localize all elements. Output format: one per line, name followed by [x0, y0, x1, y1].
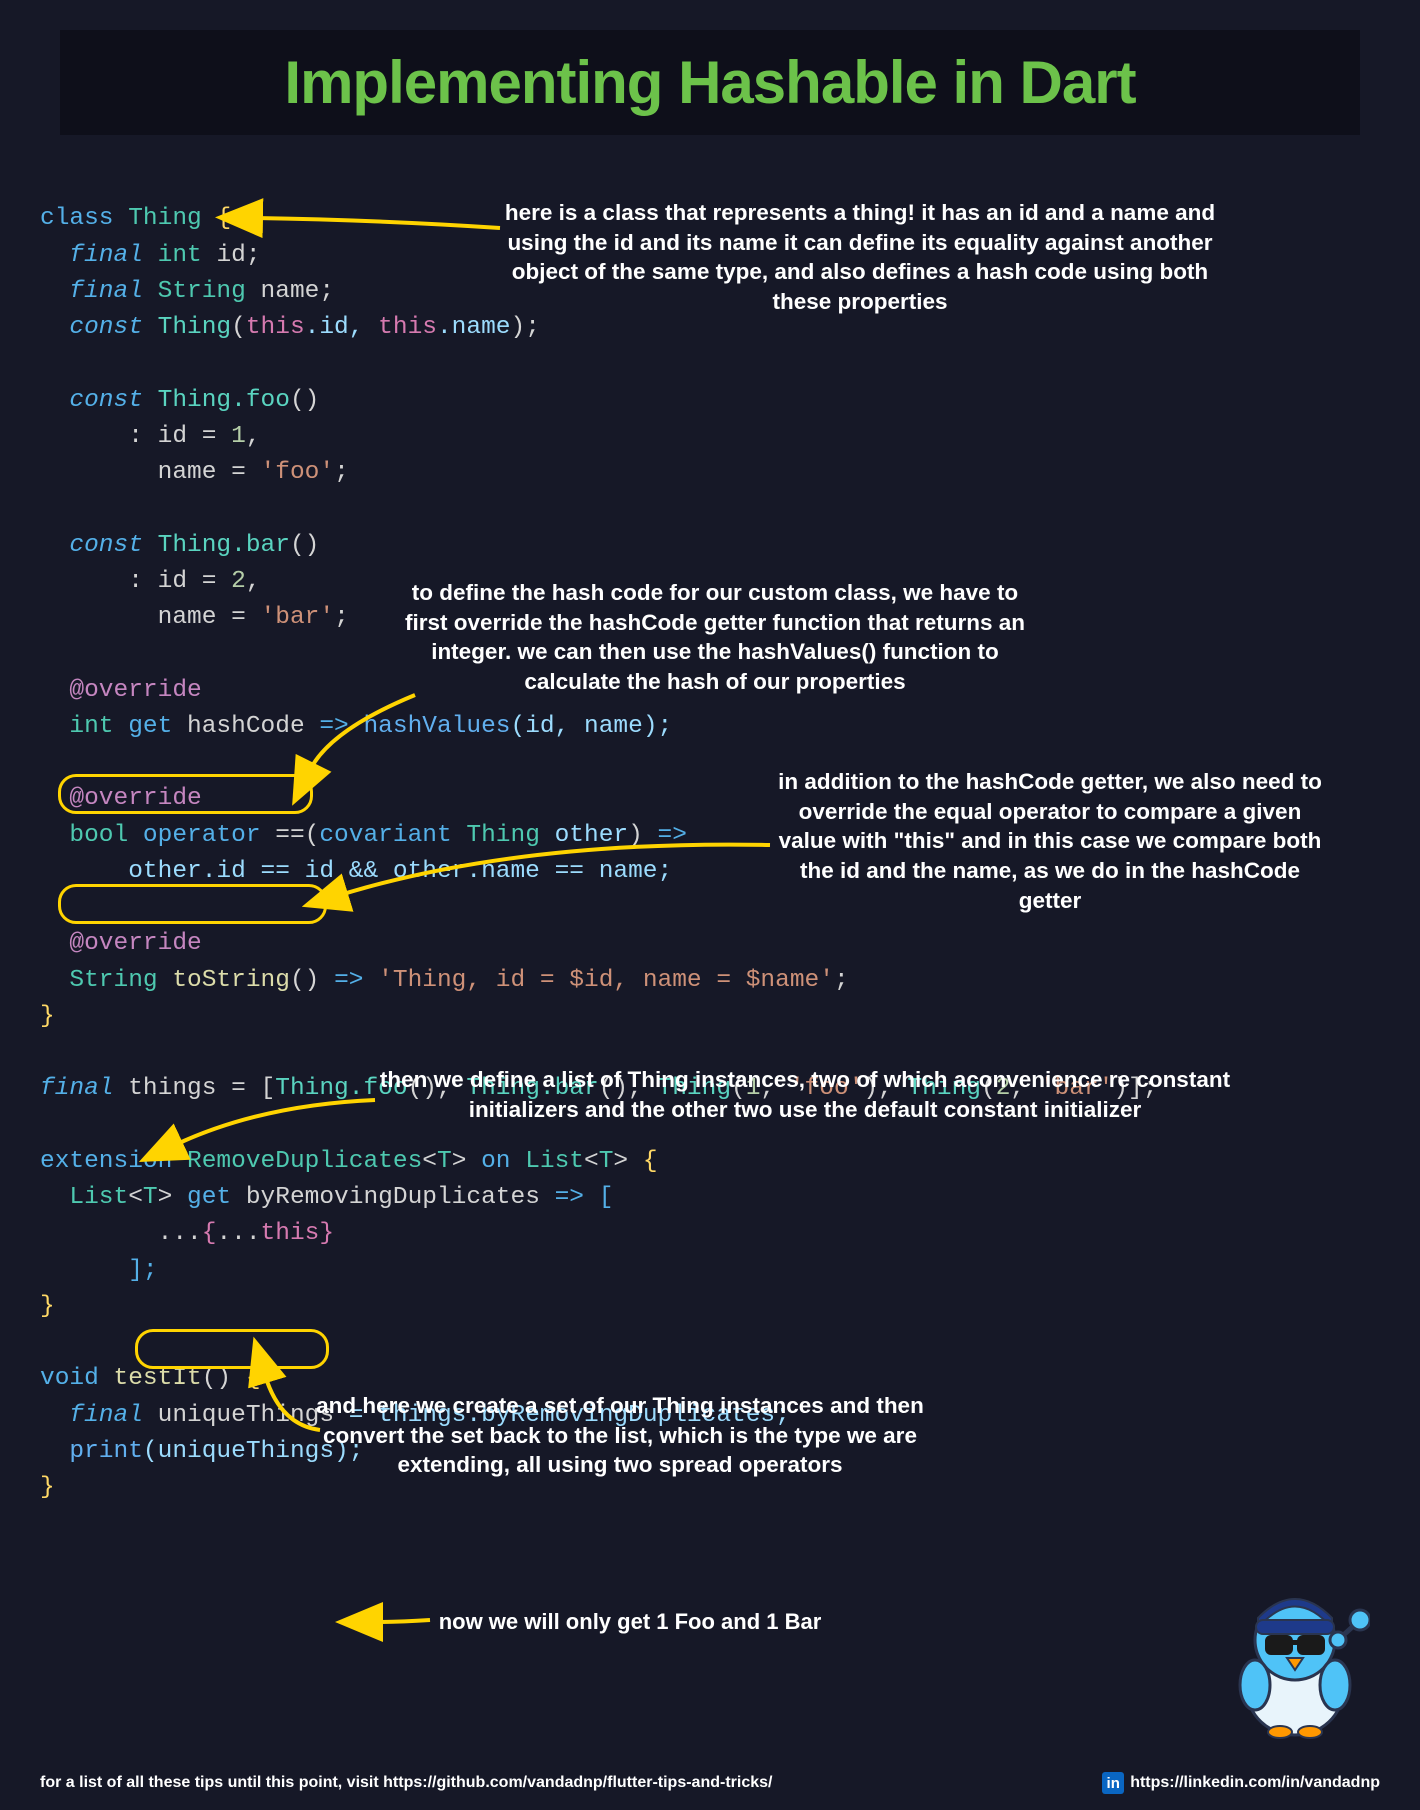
kw-get: get	[128, 713, 172, 740]
kw-class: class	[40, 205, 114, 232]
var-unique: uniqueThings	[158, 1402, 334, 1429]
brace: }	[40, 1003, 55, 1030]
rbracket: ];	[128, 1257, 157, 1284]
brace: }	[40, 1293, 55, 1320]
kw-covariant: covariant	[319, 822, 451, 849]
kw-this: this	[246, 314, 305, 341]
lbrace: {	[202, 1220, 217, 1247]
brace: }	[40, 1474, 55, 1501]
annotation-4: then we define a list of Thing instances…	[370, 1065, 1240, 1124]
type-thing: Thing	[128, 205, 202, 232]
kw-const: const	[69, 387, 143, 414]
rbrace: }	[319, 1220, 334, 1247]
type-T: T	[437, 1148, 452, 1175]
var-things: things	[128, 1075, 216, 1102]
ctor-bar: Thing.bar	[158, 532, 290, 559]
annotation-6: now we will only get 1 Foo and 1 Bar	[420, 1607, 840, 1636]
brace: {	[216, 205, 231, 232]
kw-final: final	[69, 242, 143, 269]
type-list: List	[69, 1184, 128, 1211]
annotation-2: to define the hash code for our custom c…	[390, 578, 1040, 697]
brace: {	[246, 1365, 261, 1392]
type-T: T	[599, 1148, 614, 1175]
kw-this: this	[378, 314, 437, 341]
anno-override: @override	[69, 677, 201, 704]
kw-operator: operator	[143, 822, 261, 849]
kw-extension: extension	[40, 1148, 172, 1175]
spread: ...	[216, 1220, 260, 1247]
kw-const: const	[69, 532, 143, 559]
spread: ...	[158, 1220, 202, 1247]
kw-get: get	[187, 1184, 231, 1211]
ident-id: id	[216, 242, 245, 269]
init-id: : id =	[128, 423, 216, 450]
arrow: =>	[319, 713, 348, 740]
arrow: =>	[334, 967, 363, 994]
init-id: : id =	[128, 568, 216, 595]
annotation-3: in addition to the hashCode getter, we a…	[770, 767, 1330, 915]
str-foo: 'foo'	[261, 459, 335, 486]
type-bool: bool	[69, 822, 128, 849]
str-tostring: 'Thing, id = $id, name = $name'	[378, 967, 834, 994]
linkedin-icon: in	[1102, 1772, 1124, 1794]
anno-override: @override	[69, 785, 201, 812]
annotation-1: here is a class that represents a thing!…	[500, 198, 1220, 317]
fn-print: print	[69, 1438, 143, 1465]
ident: .name	[437, 314, 511, 341]
page-title: Implementing Hashable in Dart	[60, 48, 1360, 117]
footer-left-text: for a list of all these tips until this …	[40, 1774, 772, 1792]
kw-on: on	[481, 1148, 510, 1175]
kw-final: final	[69, 1402, 143, 1429]
arrow: =>	[658, 822, 687, 849]
fn-testit: testIt	[114, 1365, 202, 1392]
type-list: List	[525, 1148, 584, 1175]
param-other: other	[555, 822, 629, 849]
type-string: String	[158, 278, 246, 305]
anno-override: @override	[69, 930, 201, 957]
kw-this: this	[261, 1220, 320, 1247]
num-2: 2	[231, 568, 246, 595]
title-bar: Implementing Hashable in Dart	[60, 30, 1360, 135]
type-int: int	[158, 242, 202, 269]
str-bar: 'bar'	[261, 604, 335, 631]
type-int: int	[69, 713, 113, 740]
annotation-5: and here we create a set of our Thing in…	[310, 1391, 930, 1480]
kw-const: const	[69, 314, 143, 341]
eq-bracket: = [	[231, 1075, 275, 1102]
ext-name: RemoveDuplicates	[187, 1148, 422, 1175]
footer: for a list of all these tips until this …	[40, 1772, 1380, 1794]
linkedin-link[interactable]: in https://linkedin.com/in/vandadnp	[1102, 1772, 1380, 1794]
kw-final: final	[40, 1075, 114, 1102]
num-1: 1	[231, 423, 246, 450]
ident-name: name	[261, 278, 320, 305]
type-T: T	[143, 1184, 158, 1211]
ctor-thing: Thing	[158, 314, 232, 341]
ident: .id,	[305, 314, 364, 341]
brace: {	[643, 1148, 658, 1175]
mascot-icon	[1220, 1580, 1370, 1740]
init-name: name =	[158, 459, 246, 486]
getter-name: byRemovingDuplicates	[246, 1184, 540, 1211]
type-thing: Thing	[466, 822, 540, 849]
body-eq: other.id == id && other.name == name;	[128, 858, 672, 885]
args: (id, name);	[511, 713, 673, 740]
kw-final: final	[69, 278, 143, 305]
fn-tostring: toString	[172, 967, 290, 994]
init-name: name =	[158, 604, 246, 631]
fn-hashvalues: hashValues	[363, 713, 510, 740]
linkedin-url: https://linkedin.com/in/vandadnp	[1130, 1774, 1380, 1792]
ident-hashcode: hashCode	[187, 713, 305, 740]
type-string: String	[69, 967, 157, 994]
op-eqeq: ==	[275, 822, 304, 849]
kw-void: void	[40, 1365, 99, 1392]
ctor-foo: Thing.foo	[158, 387, 290, 414]
arrow-bracket: => [	[555, 1184, 614, 1211]
